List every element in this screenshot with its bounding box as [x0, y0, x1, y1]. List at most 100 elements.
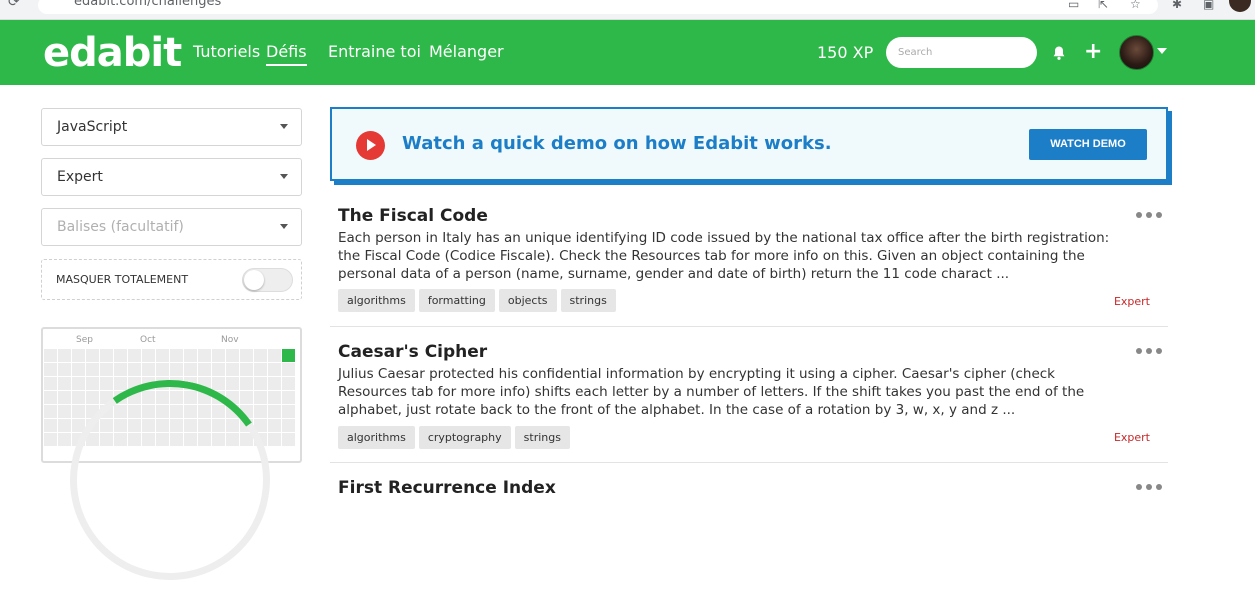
heatmap-cell	[58, 405, 71, 418]
tag-chip[interactable]: strings	[560, 289, 616, 312]
more-options-icon[interactable]	[1136, 484, 1162, 492]
play-icon[interactable]	[356, 131, 385, 160]
heatmap-cell	[128, 363, 141, 376]
sidepanel-icon[interactable]: ▣	[1203, 0, 1214, 11]
heatmap-cell	[254, 363, 267, 376]
language-select[interactable]: JavaScript	[41, 108, 302, 146]
heatmap-cell	[114, 377, 127, 390]
heatmap-cell	[44, 349, 57, 362]
difficulty-label: Expert	[1113, 431, 1150, 444]
nav-link-melanger[interactable]: Mélanger	[429, 42, 504, 61]
heatmap-cell	[58, 349, 71, 362]
nav-link-entraine-toi[interactable]: Entraine toi	[328, 42, 421, 61]
heatmap-cell	[44, 433, 57, 446]
heatmap-cell	[100, 377, 113, 390]
heatmap-cell	[184, 363, 197, 376]
heatmap-cell	[254, 377, 267, 390]
top-navbar: edabit Tutoriels Défis Entraine toi Méla…	[0, 20, 1255, 85]
heatmap-cell	[72, 363, 85, 376]
challenge-title[interactable]: The Fiscal Code	[338, 206, 488, 226]
nav-link-tutoriels[interactable]: Tutoriels	[193, 42, 260, 61]
heatmap-cell	[72, 405, 85, 418]
more-options-icon[interactable]	[1136, 348, 1162, 356]
heatmap-cell	[44, 405, 57, 418]
heatmap-cell	[240, 349, 253, 362]
tag-chip[interactable]: strings	[514, 426, 570, 449]
heatmap-cell	[212, 377, 225, 390]
heatmap-month-label: Oct	[140, 335, 156, 345]
hide-completed-toggle[interactable]	[242, 268, 293, 292]
heatmap-cell	[240, 363, 253, 376]
heatmap-cell	[114, 349, 127, 362]
avatar[interactable]	[1119, 35, 1154, 70]
challenge-title[interactable]: Caesar's Cipher	[338, 342, 487, 362]
share-icon[interactable]: ⇱	[1098, 0, 1108, 11]
tags-select[interactable]: Balises (facultatif)	[41, 208, 302, 246]
chevron-down-icon	[280, 224, 288, 229]
heatmap-cell	[58, 391, 71, 404]
heatmap-cell	[268, 377, 281, 390]
hide-completed-label: MASQUER TOTALEMENT	[56, 273, 189, 286]
plus-icon[interactable]: +	[1084, 39, 1102, 64]
language-select-value: JavaScript	[57, 119, 128, 135]
hide-completed-row: MASQUER TOTALEMENT	[41, 259, 302, 300]
cast-icon[interactable]: ▭	[1068, 0, 1079, 11]
toggle-knob	[244, 270, 264, 290]
heatmap-cell	[226, 363, 239, 376]
address-bar[interactable]: edabit.com/challenges	[38, 0, 1158, 14]
heatmap-cell	[100, 349, 113, 362]
heatmap-cell	[268, 419, 281, 432]
caret-down-icon[interactable]	[1157, 48, 1167, 54]
heatmap-cell	[86, 377, 99, 390]
reload-icon[interactable]: ⟳	[8, 0, 20, 10]
heatmap-cell	[44, 363, 57, 376]
tag-chip[interactable]: cryptography	[418, 426, 511, 449]
difficulty-select[interactable]: Expert	[41, 158, 302, 196]
browser-toolbar: ⟳ edabit.com/challenges ▭ ⇱ ☆ ✱ ▣	[0, 0, 1255, 20]
heatmap-cell	[170, 349, 183, 362]
bell-icon[interactable]	[1051, 45, 1067, 61]
xp-counter: 150 XP	[817, 43, 874, 62]
heatmap-cell	[44, 377, 57, 390]
heatmap-cell	[212, 363, 225, 376]
more-options-icon[interactable]	[1136, 212, 1162, 220]
heatmap-cell	[282, 391, 295, 404]
tag-chip[interactable]: objects	[498, 289, 557, 312]
heatmap-cell	[44, 391, 57, 404]
chevron-down-icon	[280, 174, 288, 179]
heatmap-cell	[282, 405, 295, 418]
heatmap-cell	[268, 433, 281, 446]
edabit-logo[interactable]: edabit	[43, 30, 182, 76]
star-icon[interactable]: ☆	[1130, 0, 1141, 11]
heatmap-cell	[86, 391, 99, 404]
heatmap-cell	[72, 377, 85, 390]
heatmap-month-label: Sep	[76, 335, 93, 345]
divider	[330, 326, 1168, 327]
tag-chip[interactable]: formatting	[418, 289, 495, 312]
challenge-description: Each person in Italy has an unique ident…	[338, 230, 1110, 282]
tag-chip[interactable]: algorithms	[338, 289, 415, 312]
heatmap-cell	[156, 349, 169, 362]
heatmap-cell	[142, 363, 155, 376]
heatmap-cell	[86, 363, 99, 376]
challenge-title[interactable]: First Recurrence Index	[338, 478, 556, 498]
demo-banner-text: Watch a quick demo on how Edabit works.	[402, 133, 832, 154]
heatmap-cell	[240, 391, 253, 404]
heatmap-cell	[226, 349, 239, 362]
heatmap-cell	[58, 363, 71, 376]
heatmap-cell	[268, 363, 281, 376]
browser-profile-avatar[interactable]	[1229, 0, 1251, 12]
extensions-icon[interactable]: ✱	[1172, 0, 1182, 11]
heatmap-cell	[254, 405, 267, 418]
divider	[330, 462, 1168, 463]
heatmap-cell	[100, 363, 113, 376]
nav-link-defis[interactable]: Défis	[266, 42, 307, 66]
challenge-tags: algorithms cryptography strings	[338, 426, 570, 449]
watch-demo-button[interactable]: WATCH DEMO	[1029, 129, 1147, 160]
heatmap-cell	[128, 349, 141, 362]
search-input[interactable]	[886, 37, 1037, 68]
heatmap-cell	[58, 419, 71, 432]
heatmap-cell	[156, 363, 169, 376]
heatmap-cell	[268, 349, 281, 362]
tag-chip[interactable]: algorithms	[338, 426, 415, 449]
